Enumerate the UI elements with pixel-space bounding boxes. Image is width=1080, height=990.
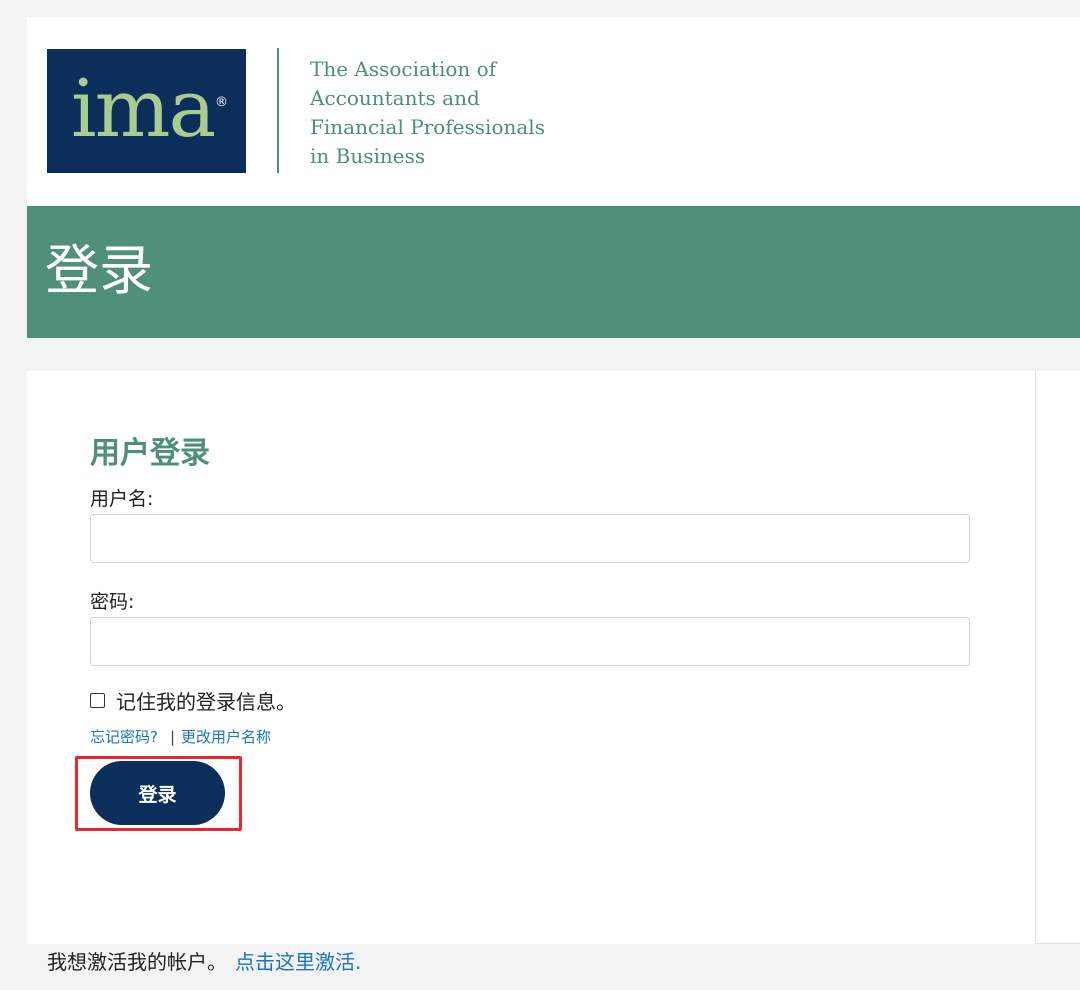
password-input[interactable]: [90, 617, 970, 666]
logo-wordmark: ima: [71, 62, 216, 155]
username-input[interactable]: [90, 514, 970, 563]
forgot-password-link[interactable]: 忘记密码?: [90, 728, 158, 746]
activate-account-link[interactable]: 点击这里激活.: [235, 950, 361, 974]
login-card: 用户登录 用户名: 密码: 记住我的登录信息。 忘记密码? | 更改用户名称 登录: [27, 371, 1035, 944]
page-title: 登录: [45, 239, 153, 302]
title-banner: 登录: [27, 206, 1080, 338]
site-header: ima ® The Association of Accountants and…: [27, 17, 1080, 205]
form-heading: 用户登录: [90, 436, 210, 471]
activate-account-row: 我想激活我的帐户。 点击这里激活.: [47, 949, 361, 976]
tagline-line-1: The Association of: [310, 57, 497, 81]
change-username-link[interactable]: 更改用户名称: [181, 728, 271, 746]
activate-account-text: 我想激活我的帐户。: [47, 950, 227, 974]
login-button[interactable]: 登录: [90, 761, 225, 825]
registered-mark: ®: [215, 95, 228, 110]
ima-logo[interactable]: ima ®: [47, 49, 246, 173]
account-links: 忘记密码? | 更改用户名称: [90, 727, 271, 747]
side-panel: [1035, 371, 1080, 944]
tagline-line-4: in Business: [310, 144, 426, 168]
remember-me-checkbox[interactable]: [90, 693, 105, 708]
organization-tagline: The Association of Accountants and Finan…: [310, 55, 590, 171]
header-divider: [277, 48, 279, 173]
link-separator: |: [169, 728, 176, 746]
tagline-line-3: Financial Professionals: [310, 115, 545, 139]
tagline-line-2: Accountants and: [310, 86, 480, 110]
password-label: 密码:: [90, 591, 135, 613]
remember-me-label[interactable]: 记住我的登录信息。: [116, 689, 296, 716]
username-label: 用户名:: [90, 488, 154, 510]
